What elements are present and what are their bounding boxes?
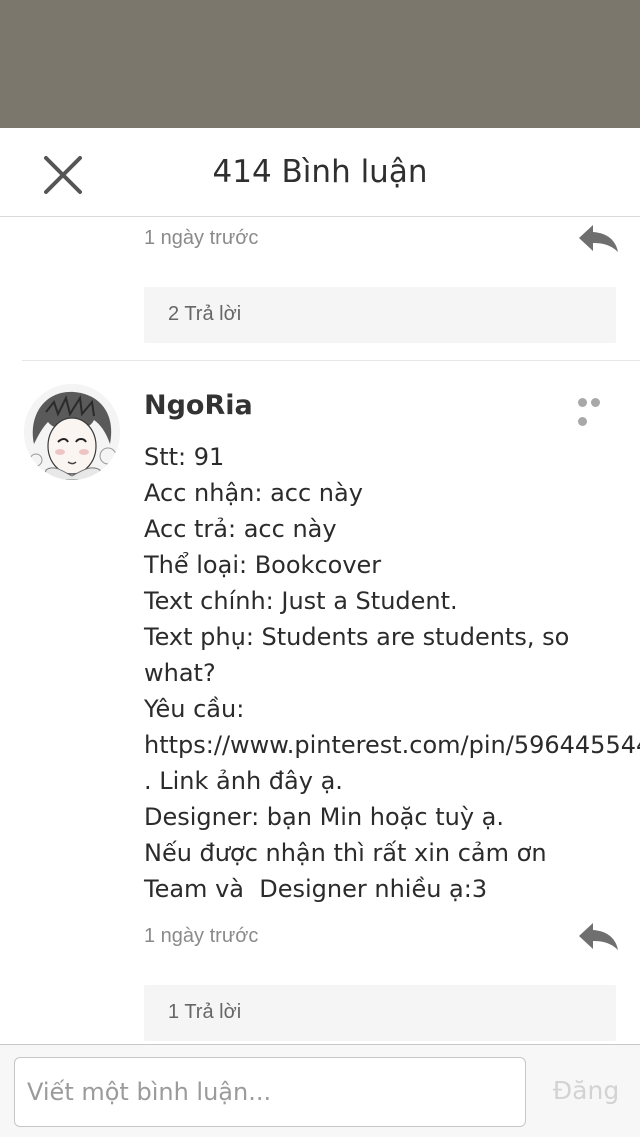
comment-timestamp: 1 ngày trước [144,227,259,249]
post-button[interactable]: Đăng [546,1069,626,1113]
comments-sheet: 414 Bình luận 1 ngày trước 2 Trả lời Ngo… [0,128,640,1137]
reply-button[interactable] [576,917,620,955]
comment-timestamp: 1 ngày trước [144,925,259,947]
comment-line: Acc trả: acc này [144,515,337,543]
replies-count-label: 2 Trả lời [168,303,242,325]
reply-arrow-icon [579,225,618,252]
close-icon [44,156,82,194]
replies-count-label: 1 Trả lời [168,1001,242,1023]
more-dots-icon [578,392,604,430]
comment-line: Stt: 91 [144,443,225,471]
comment-body: Stt: 91 Acc nhận: acc này Acc trả: acc n… [144,439,640,907]
user-avatar-illustration [24,384,120,480]
comment-divider [22,360,640,361]
previous-comment-meta: 1 ngày trước [144,219,620,259]
comment-line: Designer: bạn Min hoặc tuỳ ạ. [144,803,504,831]
comment-composer: Đăng [0,1044,640,1137]
comments-list[interactable]: 1 ngày trước 2 Trả lời NgoRia Stt: 91 Ac… [0,217,640,1044]
reply-button[interactable] [576,219,620,257]
comment-line: Text chính: Just a Student. [144,587,458,615]
view-replies-button[interactable]: 2 Trả lời [144,287,616,343]
more-options-button[interactable] [578,392,616,426]
comments-header: 414 Bình luận [0,128,640,217]
reply-arrow-icon [579,923,618,950]
comment-line: Nếu được nhận thì rất xin cảm ơn Team và… [144,839,555,903]
modal-backdrop[interactable] [0,0,640,128]
comment-line: Yêu cầu: https://www.pinterest.com/pin/5… [144,695,640,795]
comment-author[interactable]: NgoRia [144,390,253,421]
comment-line: Text phụ: Students are students, so what… [144,623,577,687]
close-button[interactable] [40,152,86,198]
comment-line: Thể loại: Bookcover [144,551,382,579]
comment-input[interactable] [14,1057,526,1127]
comment-line: Acc nhận: acc này [144,479,363,507]
avatar[interactable] [24,384,120,480]
page-title: 414 Bình luận [212,154,428,190]
view-replies-button[interactable]: 1 Trả lời [144,985,616,1041]
comment-meta: 1 ngày trước [144,917,620,957]
